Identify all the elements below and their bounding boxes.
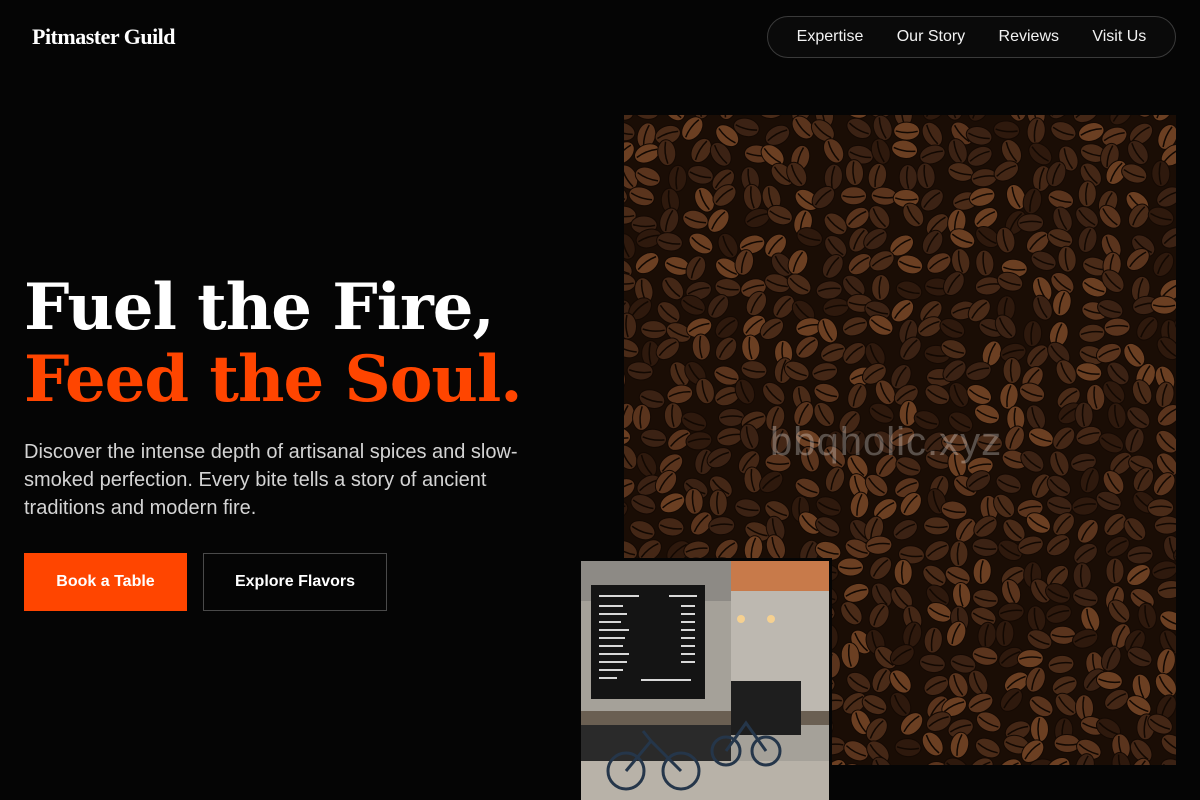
hero-headline-line1: Fuel the Fire, xyxy=(24,270,495,345)
cafe-interior-image xyxy=(578,558,832,800)
nav-link-reviews[interactable]: Reviews xyxy=(993,24,1065,50)
hero-subtext: Discover the intense depth of artisanal … xyxy=(24,441,518,519)
nav-link-expertise[interactable]: Expertise xyxy=(791,24,870,50)
image-watermark: bbqholic.xyz xyxy=(770,420,1003,464)
site-logo[interactable]: Pitmaster Guild xyxy=(32,24,176,50)
nav-link-visit-us[interactable]: Visit Us xyxy=(1086,24,1152,50)
book-table-button[interactable]: Book a Table xyxy=(24,553,187,611)
hero-headline: Fuel the Fire, Feed the Soul. xyxy=(24,270,523,417)
explore-flavors-button[interactable]: Explore Flavors xyxy=(203,553,387,611)
main-nav: Expertise Our Story Reviews Visit Us xyxy=(767,16,1176,58)
nav-link-our-story[interactable]: Our Story xyxy=(891,24,971,50)
hero-headline-line2: Feed the Soul. xyxy=(24,342,523,417)
cafe-interior-photo-icon xyxy=(581,561,829,800)
page: Pitmaster Guild Expertise Our Story Revi… xyxy=(0,0,1200,800)
